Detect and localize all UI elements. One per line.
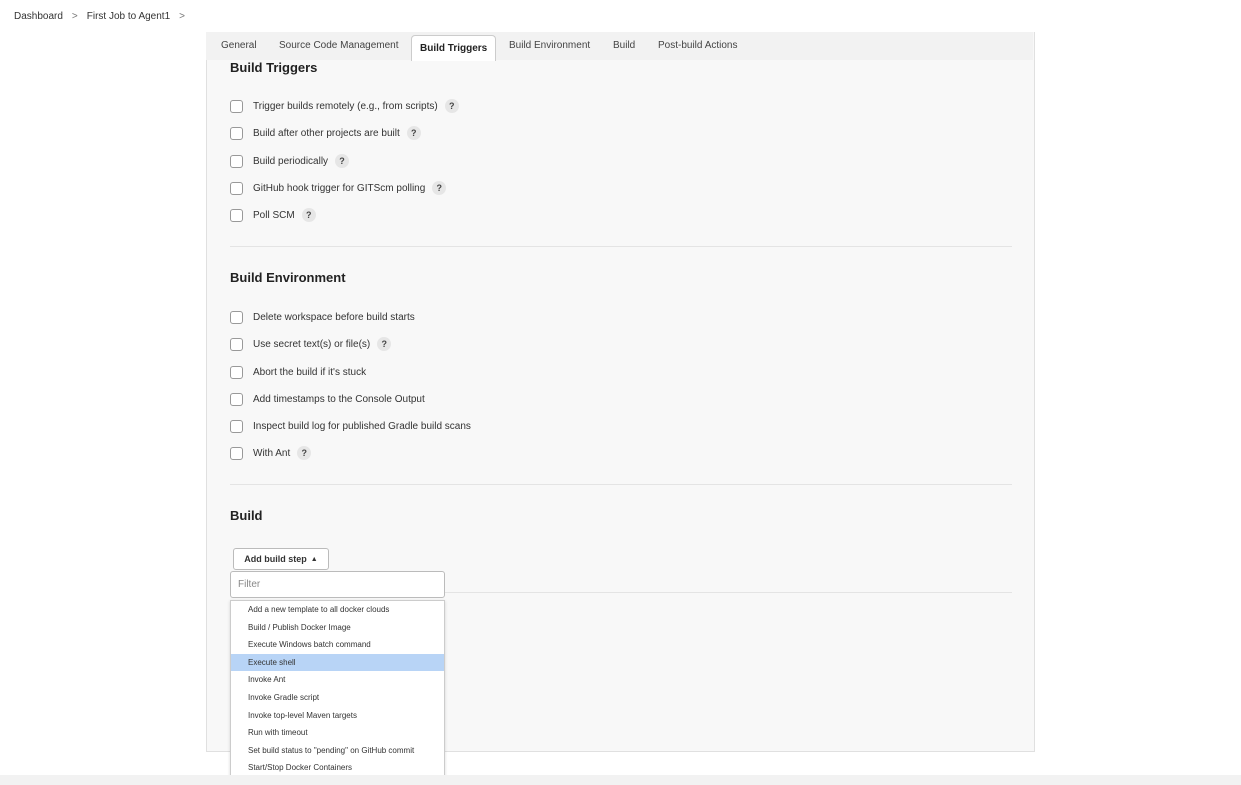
checkbox[interactable] <box>230 208 243 222</box>
breadcrumb-dashboard[interactable]: Dashboard <box>0 11 63 22</box>
menu-item[interactable]: Run with timeout <box>231 724 444 742</box>
menu-item[interactable]: Invoke Ant <box>231 671 444 689</box>
tab-build[interactable]: Build <box>613 40 635 51</box>
env-delete-workspace-option[interactable]: Delete workspace before build starts <box>230 309 415 325</box>
add-build-step-button[interactable]: Add build step ▲ <box>233 548 329 570</box>
help-icon[interactable]: ? <box>335 154 350 168</box>
env-gradle-scans-option[interactable]: Inspect build log for published Gradle b… <box>230 418 471 434</box>
build-environment-title: Build Environment <box>230 270 346 285</box>
breadcrumb-job[interactable]: First Job to Agent1 <box>87 11 170 22</box>
option-label: GitHub hook trigger for GITScm polling <box>253 182 426 194</box>
breadcrumb-chevron-icon[interactable]: > <box>179 11 185 22</box>
checkbox[interactable] <box>230 126 243 140</box>
option-label: Inspect build log for published Gradle b… <box>253 420 471 432</box>
option-label: Trigger builds remotely (e.g., from scri… <box>253 100 438 112</box>
help-icon[interactable]: ? <box>297 446 312 460</box>
option-label: Use secret text(s) or file(s) <box>253 338 371 350</box>
option-label: Build after other projects are built <box>253 127 400 139</box>
checkbox[interactable] <box>230 419 243 433</box>
checkbox[interactable] <box>230 337 243 351</box>
trigger-remote-option[interactable]: Trigger builds remotely (e.g., from scri… <box>230 98 459 114</box>
trigger-after-other-option[interactable]: Build after other projects are built ? <box>230 125 421 141</box>
menu-item[interactable]: Invoke Gradle script <box>231 689 444 707</box>
option-label: Build periodically <box>253 155 329 167</box>
breadcrumb-separator-icon: > <box>71 10 78 22</box>
help-icon[interactable]: ? <box>301 208 316 222</box>
bottom-bar <box>0 775 1241 785</box>
option-label: Poll SCM <box>253 209 295 221</box>
menu-item[interactable]: Invoke top-level Maven targets <box>231 707 444 725</box>
option-label: With Ant <box>253 447 291 459</box>
checkbox[interactable] <box>230 99 243 113</box>
section-divider <box>230 246 1012 247</box>
env-timestamps-option[interactable]: Add timestamps to the Console Output <box>230 391 425 407</box>
menu-item[interactable]: Build / Publish Docker Image <box>231 619 444 637</box>
help-icon[interactable]: ? <box>444 99 459 113</box>
help-icon[interactable]: ? <box>377 337 392 351</box>
tab-source-code-management[interactable]: Source Code Management <box>279 40 399 51</box>
menu-item-highlighted[interactable]: Execute shell <box>231 653 444 672</box>
build-step-menu: Add a new template to all docker clouds … <box>230 600 445 779</box>
menu-item[interactable]: Set build status to "pending" on GitHub … <box>231 742 444 760</box>
env-abort-stuck-option[interactable]: Abort the build if it's stuck <box>230 364 366 380</box>
config-tabs: General Source Code Management Build Tri… <box>206 32 1033 61</box>
breadcrumb-bar: Dashboard > First Job to Agent1 > <box>0 0 1241 32</box>
menu-item[interactable]: Execute Windows batch command <box>231 636 444 654</box>
trigger-github-hook-option[interactable]: GitHub hook trigger for GITScm polling ? <box>230 180 447 196</box>
option-label: Abort the build if it's stuck <box>253 366 367 378</box>
option-label: Add timestamps to the Console Output <box>253 393 425 405</box>
build-triggers-title: Build Triggers <box>230 60 318 75</box>
checkbox[interactable] <box>230 154 243 168</box>
checkbox[interactable] <box>230 392 243 406</box>
env-with-ant-option[interactable]: With Ant ? <box>230 445 312 461</box>
add-build-step-label: Add build step <box>244 554 307 564</box>
checkbox[interactable] <box>230 310 243 324</box>
tab-general[interactable]: General <box>221 40 257 51</box>
tab-post-build-actions[interactable]: Post-build Actions <box>658 40 738 51</box>
checkbox[interactable] <box>230 181 243 195</box>
caret-up-icon: ▲ <box>310 555 318 563</box>
help-icon[interactable]: ? <box>432 181 447 195</box>
tab-build-environment[interactable]: Build Environment <box>509 40 590 51</box>
option-label: Delete workspace before build starts <box>253 311 415 323</box>
build-title: Build <box>230 508 263 523</box>
filter-input[interactable] <box>230 571 445 598</box>
help-icon[interactable]: ? <box>406 126 421 140</box>
menu-item[interactable]: Add a new template to all docker clouds <box>231 601 444 619</box>
tab-build-triggers[interactable]: Build Triggers <box>411 35 497 61</box>
trigger-poll-scm-option[interactable]: Poll SCM ? <box>230 207 316 223</box>
section-divider <box>230 484 1012 485</box>
checkbox[interactable] <box>230 365 243 379</box>
checkbox[interactable] <box>230 446 243 460</box>
env-secret-text-option[interactable]: Use secret text(s) or file(s) ? <box>230 336 392 352</box>
trigger-periodically-option[interactable]: Build periodically ? <box>230 153 350 169</box>
